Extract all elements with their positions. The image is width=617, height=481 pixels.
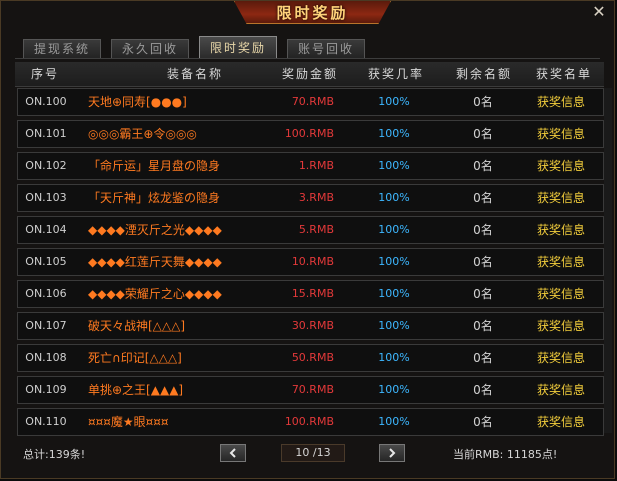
scrollbar[interactable] [604,88,612,433]
row-amount: 15.RMB [291,287,334,300]
row-id: ON.101 [25,127,67,140]
winner-info-link[interactable]: 获奖信息 [516,153,606,179]
title-plate: 限时奖励 [234,1,391,24]
row-amount: 70.RMB [291,95,334,108]
table-row: ON.100 天地⊕同寿[●●●] 70.RMB 100% 0名 获奖信息 [17,88,604,116]
row-amount: 5.RMB [298,223,334,236]
tab-withdraw[interactable]: 提现系统 [23,39,101,58]
tab-permanent-recycle[interactable]: 永久回收 [111,39,189,58]
table-row: ON.105 ◆◆◆◆红莲斤天舞◆◆◆◆ 10.RMB 100% 0名 获奖信息 [17,248,604,276]
row-amount: 100.RMB [284,415,334,428]
row-id: ON.102 [25,159,67,172]
winner-info-link[interactable]: 获奖信息 [516,281,606,307]
total-count: 总计:139条! [23,448,86,461]
table-header: 序号 装备名称 奖励金额 获奖几率 剩余名额 获奖名单 [15,62,604,87]
table-row: ON.103 「天斤神」炫龙鉴の隐身 3.RMB 100% 0名 获奖信息 [17,184,604,212]
row-id: ON.100 [25,95,67,108]
table-row: ON.110 ¤¤¤魔★眼¤¤¤ 100.RMB 100% 0名 获奖信息 [17,408,604,436]
chevron-left-icon [229,448,236,458]
row-rate: 100% [378,191,410,204]
header-rate: 获奖几率 [367,67,424,81]
row-remaining: 0名 [473,95,493,109]
row-remaining: 0名 [473,287,493,301]
table-row: ON.107 破天々战神[△△△] 30.RMB 100% 0名 获奖信息 [17,312,604,340]
row-amount: 1.RMB [298,159,334,172]
row-remaining: 0名 [473,191,493,205]
row-id: ON.105 [25,255,67,268]
row-remaining: 0名 [473,351,493,365]
page-indicator: 10 /13 [281,444,345,462]
row-remaining: 0名 [473,159,493,173]
winner-info-link[interactable]: 获奖信息 [516,377,606,403]
winner-info-link[interactable]: 获奖信息 [516,121,606,147]
row-rate: 100% [378,255,410,268]
row-remaining: 0名 [473,255,493,269]
table-body: ON.100 天地⊕同寿[●●●] 70.RMB 100% 0名 获奖信息 ON… [17,88,604,440]
row-rate: 100% [378,287,410,300]
tab-limited-reward[interactable]: 限时奖励 [199,36,277,58]
table-row: ON.108 死亡∩印记[△△△] 50.RMB 100% 0名 获奖信息 [17,344,604,372]
row-rate: 100% [378,159,410,172]
row-rate: 100% [378,319,410,332]
row-id: ON.106 [25,287,67,300]
table-row: ON.104 ◆◆◆◆湮灭斤之光◆◆◆◆ 5.RMB 100% 0名 获奖信息 [17,216,604,244]
winner-info-link[interactable]: 获奖信息 [516,89,606,115]
row-rate: 100% [378,415,410,428]
winner-info-link[interactable]: 获奖信息 [516,313,606,339]
winner-info-link[interactable]: 获奖信息 [516,185,606,211]
reward-window: 限时奖励 ✕ 提现系统 永久回收 限时奖励 账号回收 序号 装备名称 奖励金额 … [0,0,615,479]
row-id: ON.110 [25,415,67,428]
header-amount: 奖励金额 [281,67,338,81]
header-remaining: 剩余名额 [455,67,512,81]
rmb-balance: 当前RMB: 11185点! [453,448,558,461]
row-remaining: 0名 [473,319,493,333]
row-rate: 100% [378,351,410,364]
row-remaining: 0名 [473,127,493,141]
table-row: ON.101 ◎◎◎霸王⊕令◎◎◎ 100.RMB 100% 0名 获奖信息 [17,120,604,148]
tab-bar: 提现系统 永久回收 限时奖励 账号回收 [15,34,600,59]
row-rate: 100% [378,383,410,396]
tab-account-recycle[interactable]: 账号回收 [287,39,365,58]
header-winners: 获奖名单 [535,67,592,81]
table-row: ON.109 单挑⊕之王[▲▲▲] 70.RMB 100% 0名 获奖信息 [17,376,604,404]
winner-info-link[interactable]: 获奖信息 [516,249,606,275]
close-icon[interactable]: ✕ [590,3,608,21]
row-amount: 3.RMB [298,191,334,204]
winner-info-link[interactable]: 获奖信息 [516,217,606,243]
row-amount: 50.RMB [291,351,334,364]
row-id: ON.107 [25,319,67,332]
row-id: ON.103 [25,191,67,204]
winner-info-link[interactable]: 获奖信息 [516,409,606,435]
row-id: ON.109 [25,383,67,396]
row-id: ON.104 [25,223,67,236]
footer-bar: 总计:139条! 10 /13 当前RMB: 11185点! [1,442,614,466]
row-amount: 70.RMB [291,383,334,396]
prev-page-button[interactable] [220,444,246,462]
row-amount: 10.RMB [291,255,334,268]
table-row: ON.106 ◆◆◆◆荣耀斤之心◆◆◆◆ 15.RMB 100% 0名 获奖信息 [17,280,604,308]
next-page-button[interactable] [379,444,405,462]
chevron-right-icon [389,448,396,458]
winner-info-link[interactable]: 获奖信息 [516,345,606,371]
row-rate: 100% [378,223,410,236]
row-amount: 100.RMB [284,127,334,140]
window-title: 限时奖励 [276,3,349,22]
header-id: 序号 [30,67,59,81]
row-amount: 30.RMB [291,319,334,332]
row-remaining: 0名 [473,383,493,397]
row-rate: 100% [378,127,410,140]
row-rate: 100% [378,95,410,108]
row-remaining: 0名 [473,223,493,237]
row-id: ON.108 [25,351,67,364]
table-row: ON.102 「命斤运」星月盘の隐身 1.RMB 100% 0名 获奖信息 [17,152,604,180]
row-remaining: 0名 [473,415,493,429]
